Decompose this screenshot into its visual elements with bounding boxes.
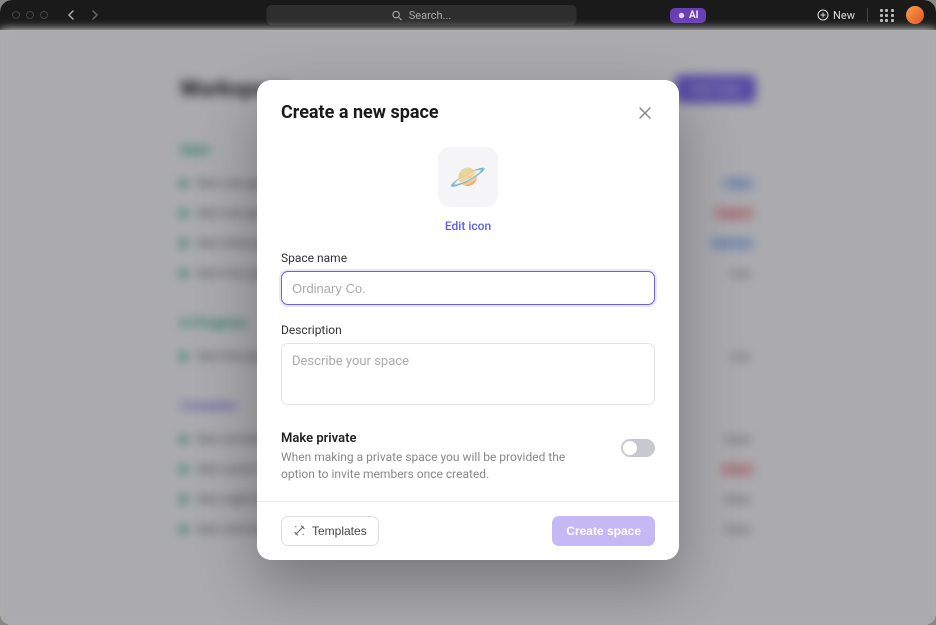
nav-forward-button[interactable] [88, 8, 102, 22]
ai-button[interactable]: AI [670, 8, 706, 23]
close-modal-button[interactable] [635, 103, 655, 123]
search-placeholder: Search... [409, 9, 452, 22]
create-space-modal: Create a new space 🪐 Edit icon Space nam… [257, 80, 679, 560]
planet-icon: 🪐 [449, 160, 486, 195]
create-space-button[interactable]: Create space [552, 516, 655, 546]
space-name-label: Space name [281, 251, 655, 265]
ai-sparkle-icon [677, 11, 686, 20]
space-icon-preview[interactable]: 🪐 [438, 147, 498, 207]
description-label: Description [281, 323, 655, 337]
make-private-description: When making a private space you will be … [281, 449, 601, 483]
top-bar: Search... AI New [0, 0, 936, 30]
close-icon [638, 106, 652, 120]
description-input[interactable] [281, 343, 655, 405]
modal-overlay[interactable]: Create a new space 🪐 Edit icon Space nam… [0, 30, 936, 625]
make-private-title: Make private [281, 431, 601, 446]
search-icon [392, 10, 403, 21]
new-button[interactable]: New [817, 9, 855, 22]
close-window-dot[interactable] [12, 11, 20, 19]
user-avatar[interactable] [906, 6, 924, 24]
space-name-input[interactable] [281, 271, 655, 305]
maximize-window-dot[interactable] [40, 11, 48, 19]
modal-title: Create a new space [281, 102, 439, 123]
plus-circle-icon [817, 9, 829, 21]
divider [867, 8, 868, 22]
wand-icon [293, 524, 306, 537]
window-controls [12, 11, 48, 19]
apps-grid-icon[interactable] [880, 9, 894, 22]
make-private-toggle[interactable] [621, 439, 655, 457]
templates-button[interactable]: Templates [281, 516, 379, 546]
nav-back-button[interactable] [64, 8, 78, 22]
search-input[interactable]: Search... [267, 5, 577, 25]
minimize-window-dot[interactable] [26, 11, 34, 19]
edit-icon-link[interactable]: Edit icon [281, 219, 655, 233]
